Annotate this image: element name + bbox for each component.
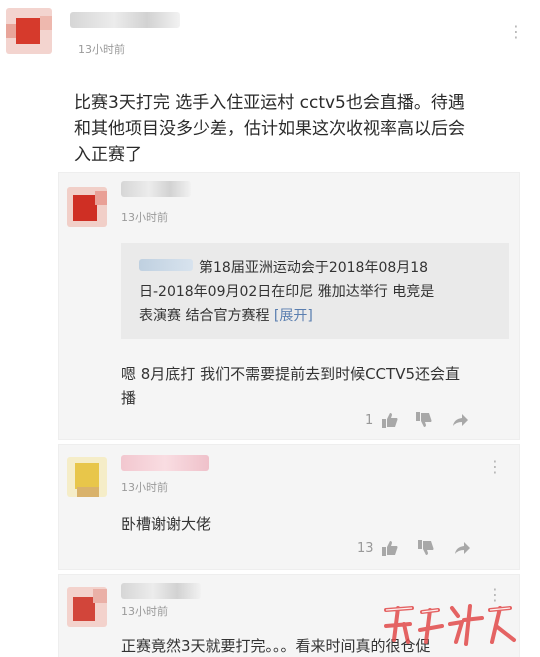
reply-text: 卧槽谢谢大佬 xyxy=(121,515,212,533)
reply-time: 13小时前 xyxy=(121,605,168,618)
reply-card-2: 13小时前 ⋮ 卧槽谢谢大佬 13 xyxy=(58,444,520,570)
post-time: 13小时前 xyxy=(78,43,125,56)
reply-text-line-1: 嗯 8月底打 我们不需要提前去到时候CCTV5还会直 xyxy=(121,365,460,383)
quote-line-1: 第18届亚洲运动会于2018年08月18 xyxy=(199,260,429,276)
post-text-line-2: 和其他项目没多少差，估计如果这次收视率高以后会 xyxy=(74,119,465,139)
more-icon[interactable]: ⋮ xyxy=(508,22,525,41)
username-blurred[interactable] xyxy=(121,455,209,471)
username-blurred[interactable] xyxy=(121,181,191,197)
avatar[interactable] xyxy=(67,187,107,227)
watermark-logo xyxy=(384,604,516,646)
quote-line-3: 表演赛 结合官方赛程 [展开] xyxy=(139,305,313,325)
reply-card-1: 13小时前 第18届亚洲运动会于2018年08月18 日-2018年09月02日… xyxy=(58,172,520,440)
like-count: 1 xyxy=(365,413,374,428)
post-text-line-3: 入正赛了 xyxy=(74,145,142,165)
username-blurred[interactable] xyxy=(70,12,180,28)
quote-line-2: 日-2018年09月02日在印尼 雅加达举行 电竞是 xyxy=(139,284,435,300)
share-icon[interactable] xyxy=(453,539,471,557)
thumbs-up-icon[interactable] xyxy=(381,539,399,557)
share-icon[interactable] xyxy=(451,411,469,429)
expand-link[interactable]: [展开] xyxy=(274,308,313,324)
reply-time: 13小时前 xyxy=(121,211,168,224)
quote-box: 第18届亚洲运动会于2018年08月18 日-2018年09月02日在印尼 雅加… xyxy=(121,243,509,339)
avatar[interactable] xyxy=(67,457,107,497)
thumbs-down-icon[interactable] xyxy=(415,411,433,429)
quoted-username-blurred xyxy=(139,259,193,271)
thumbs-down-icon[interactable] xyxy=(417,539,435,557)
quote-line-3-text: 表演赛 结合官方赛程 xyxy=(139,308,270,324)
username-blurred[interactable] xyxy=(121,583,201,599)
reply-text-line-2: 播 xyxy=(121,389,137,407)
post-text-line-1: 比赛3天打完 选手入住亚运村 cctv5也会直播。待遇 xyxy=(74,93,465,113)
like-count: 13 xyxy=(357,541,374,556)
avatar[interactable] xyxy=(6,8,52,54)
thumbs-up-icon[interactable] xyxy=(381,411,399,429)
avatar[interactable] xyxy=(67,587,107,627)
more-icon[interactable]: ⋮ xyxy=(487,457,504,476)
reply-time: 13小时前 xyxy=(121,481,168,494)
